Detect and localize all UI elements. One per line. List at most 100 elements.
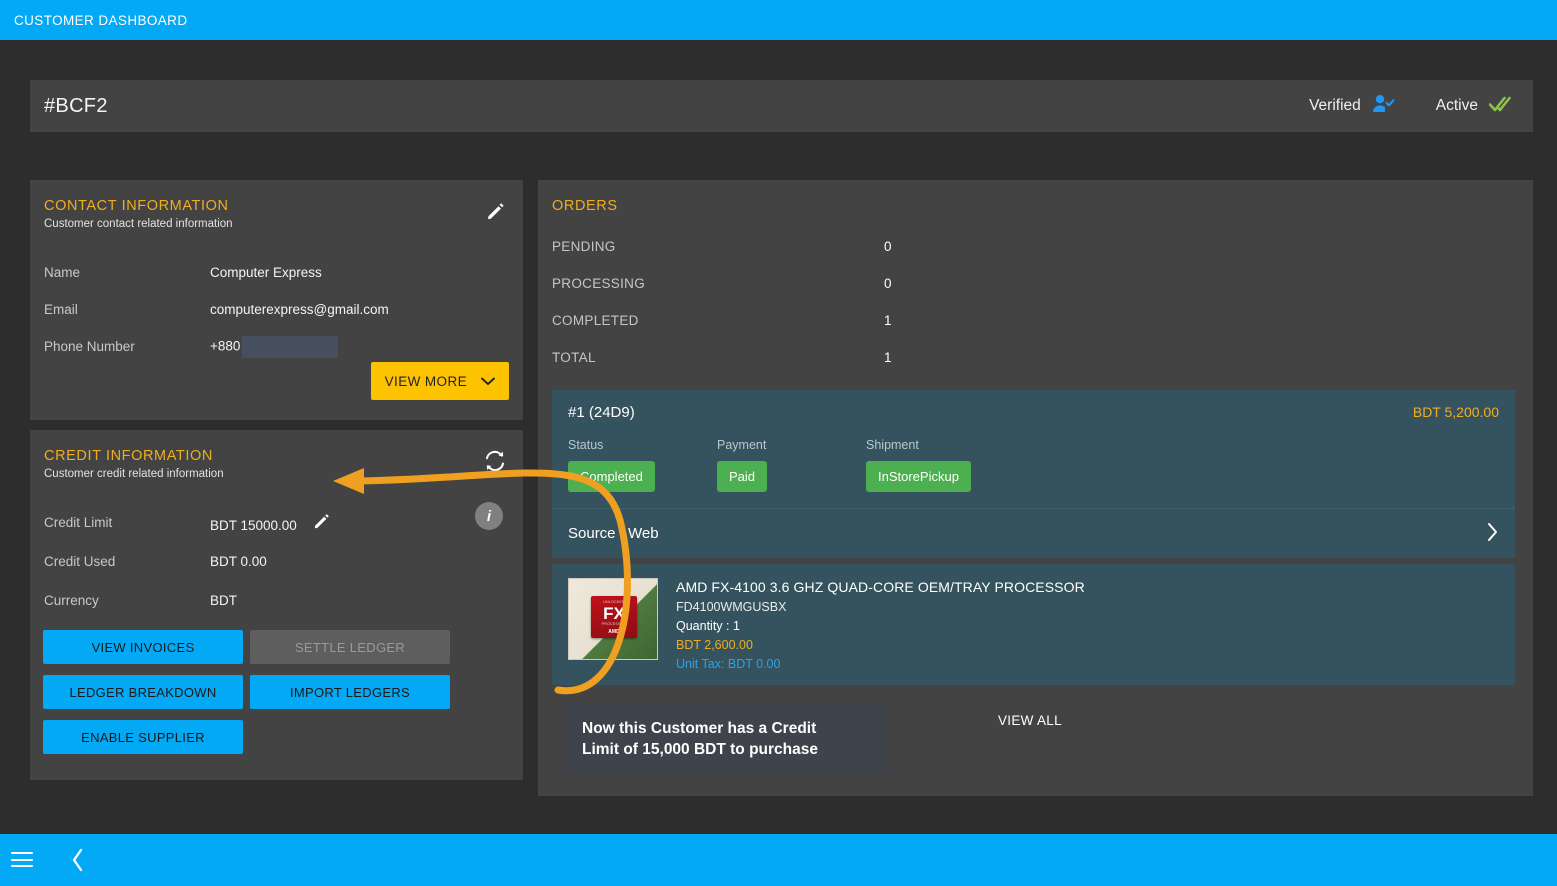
column-label: Payment — [717, 438, 767, 452]
order-shipment-column: Shipment InStorePickup — [866, 438, 1015, 492]
page-body: #BCF2 Verified Active CONTACT INFORMATIO… — [0, 40, 1557, 834]
status-badges: Verified Active — [1309, 94, 1511, 118]
chevron-left-icon[interactable] — [56, 834, 100, 886]
processor-label: UNLOCKED FX PROCESSOR AMD — [591, 596, 637, 638]
contact-information-card: CONTACT INFORMATION Customer contact rel… — [30, 180, 523, 420]
edit-contact-pencil-icon[interactable] — [483, 198, 509, 224]
view-invoices-button[interactable]: VIEW INVOICES — [43, 630, 243, 664]
order-amount: BDT 5,200.00 — [1412, 404, 1499, 420]
credit-rows: Credit Limit BDT 15000.00 Credit Used BD… — [44, 503, 509, 620]
order-card[interactable]: #1 (24D9) BDT 5,200.00 Status Completed … — [552, 390, 1515, 558]
import-ledgers-button[interactable]: IMPORT LEDGERS — [250, 675, 450, 709]
product-sku: FD4100WMGUSBX — [676, 600, 787, 614]
stat-value: 0 — [884, 239, 892, 254]
credit-limit-value: BDT 15000.00 — [210, 518, 297, 533]
stat-value: 1 — [884, 350, 892, 365]
orders-title: ORDERS — [552, 198, 618, 214]
app-top-bar: CUSTOMER DASHBOARD — [0, 0, 1557, 40]
credit-action-buttons: VIEW INVOICES SETTLE LEDGER LEDGER BREAK… — [43, 630, 483, 754]
row-value: computerexpress@gmail.com — [210, 302, 389, 317]
orders-stats: PENDING 0 PROCESSING 0 COMPLETED 1 TOTAL… — [552, 228, 1515, 376]
shipment-chip: InStorePickup — [866, 461, 971, 492]
stat-key: PROCESSING — [552, 276, 646, 291]
customer-dashboard-screen: CUSTOMER DASHBOARD #BCF2 Verified Active… — [0, 0, 1557, 886]
view-more-button[interactable]: VIEW MORE — [370, 362, 509, 400]
app-bottom-bar — [0, 834, 1557, 886]
product-info: AMD FX-4100 3.6 GHZ QUAD-CORE OEM/TRAY P… — [676, 578, 1085, 671]
chip-brand-text: AMD — [608, 628, 620, 635]
orders-stat-processing: PROCESSING 0 — [552, 265, 1515, 302]
row-key: Credit Limit — [44, 515, 113, 530]
order-product-row: UNLOCKED FX PROCESSOR AMD AMD FX-4100 3.… — [552, 564, 1515, 685]
amd-fx-processor-image: UNLOCKED FX PROCESSOR AMD — [568, 578, 658, 660]
row-key: Email — [44, 302, 78, 317]
annotation-text: Now this Customer has a Credit Limit of … — [582, 718, 818, 761]
status-chip: Completed — [568, 461, 655, 492]
column-label: Shipment — [866, 438, 919, 452]
row-key: Name — [44, 265, 81, 280]
order-source-row[interactable]: Source : Web — [552, 508, 1515, 558]
hamburger-menu-icon[interactable] — [0, 834, 44, 886]
row-value: BDT 0.00 — [210, 554, 267, 569]
credit-information-card: CREDIT INFORMATION Customer credit relat… — [30, 430, 523, 780]
chevron-right-icon[interactable] — [1487, 522, 1499, 546]
status-badge-active: Active — [1436, 95, 1511, 118]
credit-info-icon[interactable]: i — [475, 502, 503, 530]
order-payment-column: Payment Paid — [717, 438, 866, 492]
chip-sub-text: PROCESSOR — [601, 621, 627, 626]
enable-supplier-button[interactable]: ENABLE SUPPLIER — [43, 720, 243, 754]
stat-key: PENDING — [552, 239, 616, 254]
order-status-column: Status Completed — [568, 438, 717, 492]
column-label: Status — [568, 438, 604, 452]
row-value: BDT — [210, 593, 237, 608]
view-all-orders-link[interactable]: VIEW ALL — [998, 713, 1062, 728]
credit-card-title: CREDIT INFORMATION — [44, 448, 213, 464]
order-number: #1 (24D9) — [568, 404, 635, 421]
row-value: BDT 15000.00 — [210, 512, 331, 533]
credit-card-subtitle: Customer credit related information — [44, 468, 224, 480]
sync-icon[interactable] — [481, 448, 509, 474]
phone-prefix: +880 — [210, 338, 241, 354]
chip-top-text: UNLOCKED — [603, 599, 625, 604]
annotation-line-1: Now this Customer has a Credit — [582, 719, 817, 737]
contact-card-title: CONTACT INFORMATION — [44, 198, 229, 214]
credit-row-credit-limit: Credit Limit BDT 15000.00 — [44, 503, 509, 542]
orders-stat-total: TOTAL 1 — [552, 339, 1515, 376]
product-unit-tax: Unit Tax: BDT 0.00 — [676, 657, 781, 671]
contact-row-phone: Phone Number +880 — [44, 328, 509, 365]
orders-stat-completed: COMPLETED 1 — [552, 302, 1515, 339]
hamburger-lines — [11, 852, 33, 868]
customer-id: #BCF2 — [44, 94, 108, 117]
active-label: Active — [1435, 97, 1478, 114]
row-value: Computer Express — [210, 265, 322, 280]
settle-ledger-button: SETTLE LEDGER — [250, 630, 450, 664]
order-source-label: Source : Web — [568, 525, 659, 542]
contact-card-subtitle: Customer contact related information — [44, 218, 233, 230]
chip-fx-text: FX — [603, 603, 625, 623]
chevron-down-icon — [481, 374, 495, 389]
ledger-breakdown-button[interactable]: LEDGER BREAKDOWN — [43, 675, 243, 709]
credit-row-currency: Currency BDT — [44, 581, 509, 620]
double-check-icon — [1488, 95, 1511, 118]
contact-rows: Name Computer Express Email computerexpr… — [44, 254, 509, 365]
row-key: Credit Used — [44, 554, 116, 569]
page-title: CUSTOMER DASHBOARD — [14, 12, 188, 28]
user-check-icon — [1372, 94, 1396, 118]
view-more-label: VIEW MORE — [384, 373, 467, 389]
contact-row-name: Name Computer Express — [44, 254, 509, 291]
verified-label: Verified — [1309, 97, 1361, 114]
stat-value: 0 — [884, 276, 892, 291]
payment-chip: Paid — [717, 461, 768, 492]
order-status-columns: Status Completed Payment Paid Shipment I… — [568, 438, 1499, 492]
row-key: Currency — [44, 593, 99, 608]
redacted-phone-block — [242, 335, 339, 358]
product-name: AMD FX-4100 3.6 GHZ QUAD-CORE OEM/TRAY P… — [676, 579, 1085, 595]
credit-row-credit-used: Credit Used BDT 0.00 — [44, 542, 509, 581]
order-card-top: #1 (24D9) BDT 5,200.00 Status Completed … — [552, 390, 1515, 508]
edit-credit-limit-pencil-icon[interactable] — [313, 512, 331, 530]
stat-key: TOTAL — [552, 350, 596, 365]
product-price: BDT 2,600.00 — [676, 638, 753, 652]
row-value: +880 — [210, 335, 339, 358]
annotation-callout: Now this Customer has a Credit Limit of … — [566, 704, 888, 774]
annotation-line-2: Limit of 15,000 BDT to purchase — [582, 741, 818, 758]
